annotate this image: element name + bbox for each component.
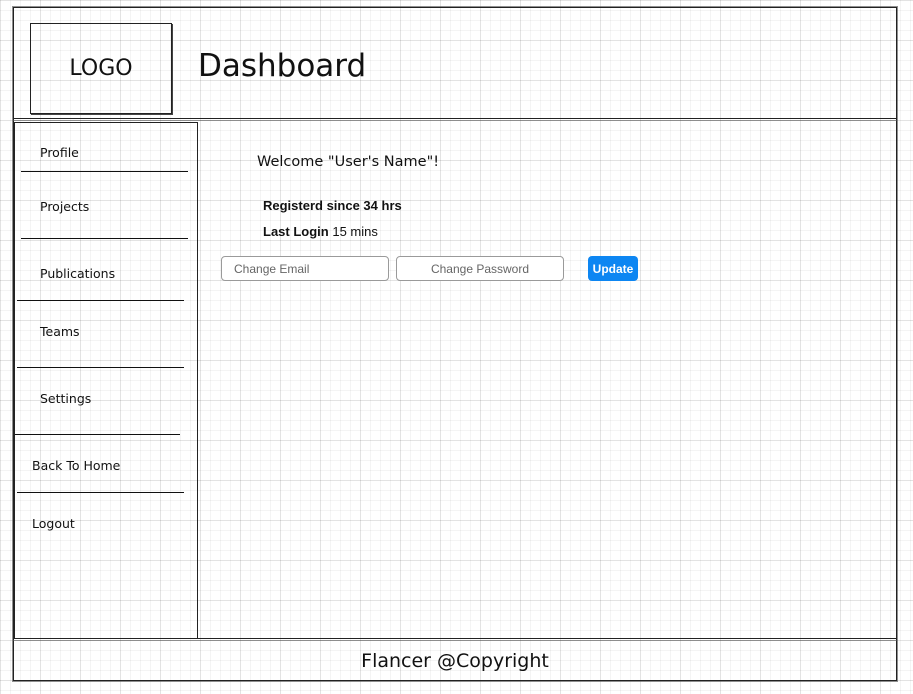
- update-button[interactable]: Update: [588, 256, 638, 281]
- sidebar-item-projects[interactable]: Projects: [40, 199, 89, 214]
- sidebar-divider: [21, 171, 188, 172]
- header-divider-shadow: [13, 120, 897, 121]
- page-title: Dashboard: [198, 48, 367, 84]
- sidebar-item-logout[interactable]: Logout: [32, 516, 75, 531]
- sidebar-divider: [17, 367, 184, 368]
- change-password-input[interactable]: [396, 256, 564, 281]
- sidebar-item-publications[interactable]: Publications: [40, 266, 115, 281]
- sidebar-divider: [17, 300, 184, 301]
- last-login-label: Last Login: [263, 224, 329, 239]
- footer-copyright: Flancer @Copyright: [361, 650, 549, 672]
- sidebar-item-settings[interactable]: Settings: [40, 391, 91, 406]
- sidebar-divider: [21, 238, 188, 239]
- last-login-value: 15 mins: [332, 224, 378, 239]
- last-login: Last Login 15 mins: [263, 224, 378, 239]
- sidebar-item-profile[interactable]: Profile: [40, 145, 79, 160]
- sidebar-item-back-to-home[interactable]: Back To Home: [32, 458, 120, 473]
- welcome-message: Welcome "User's Name"!: [257, 154, 440, 170]
- change-email-input[interactable]: [221, 256, 389, 281]
- sidebar-item-teams[interactable]: Teams: [40, 324, 80, 339]
- registered-since-text: Registerd since 34 hrs: [263, 198, 402, 213]
- footer-divider-shadow: [13, 640, 897, 641]
- sidebar-divider: [15, 434, 180, 435]
- sidebar-divider: [17, 492, 184, 493]
- logo[interactable]: LOGO: [30, 23, 172, 114]
- registered-since: Registerd since 34 hrs: [263, 198, 402, 213]
